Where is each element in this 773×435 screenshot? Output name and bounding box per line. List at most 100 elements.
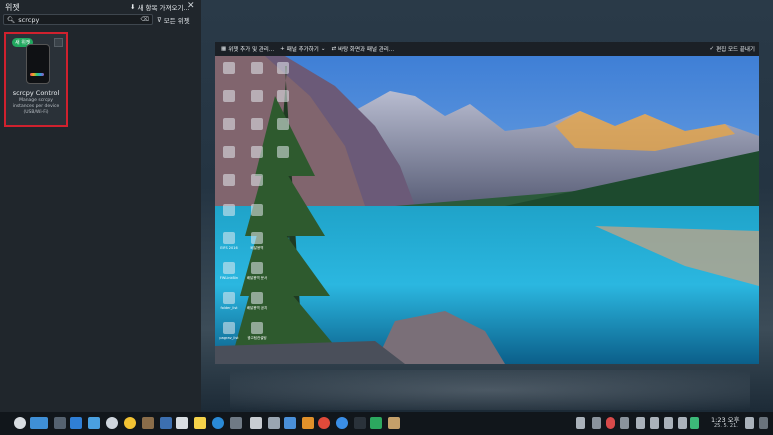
desktop-icon[interactable] (251, 146, 263, 158)
chevron-down-icon: ⌄ (320, 46, 326, 52)
taskbar (0, 412, 773, 435)
desktop-icon-label: FWLinkBin (219, 276, 239, 280)
blurred-dock-reflection (230, 370, 750, 410)
app-icon[interactable] (230, 417, 242, 429)
network-icon[interactable] (678, 417, 687, 429)
chevron-right-icon[interactable] (354, 417, 366, 429)
desktop-icon-label: folder_list (220, 306, 238, 310)
widget-card-scrcpy[interactable]: 새 위젯 scrcpy Control Manage scrcpy instan… (4, 32, 68, 127)
add-panel-button[interactable]: + 패널 추가하기 ⌄ (280, 45, 325, 53)
desktop-icon[interactable] (251, 262, 263, 274)
desktop-icon-label: EIFS 2016 (220, 246, 238, 250)
wallpaper-lake-landscape (215, 56, 759, 364)
desktop-icon-label: 배달용역 공지 (246, 306, 268, 310)
download-icon: ⬇ (130, 3, 136, 11)
desktop-icon[interactable] (223, 118, 235, 130)
widgets-panel: 위젯 ⬇ 새 항목 가져오기... ✕ 🔍︎ scrcpy ⌫ ⊽ 모든 위젯 … (0, 0, 201, 412)
desktop-icon[interactable] (251, 174, 263, 186)
exit-edit-mode-button[interactable]: ✓ 편집 모드 끝내기 (709, 45, 755, 53)
tray-menu-icon[interactable] (759, 417, 768, 429)
desktop-icon[interactable] (251, 62, 263, 74)
edit-mode-toolbar: ▦ 위젯 추가 및 관리... + 패널 추가하기 ⌄ ⇄ 바탕 화면과 패널 … (215, 42, 759, 56)
tray-icon[interactable] (592, 417, 601, 429)
desktop-icon[interactable] (251, 204, 263, 216)
add-widgets-button[interactable]: ▦ 위젯 추가 및 관리... (221, 45, 274, 53)
app-icon[interactable] (212, 417, 224, 429)
check-icon: ✓ (709, 46, 715, 52)
desktop-icon[interactable] (277, 90, 289, 102)
get-new-label: 새 항목 가져오기... (137, 4, 190, 12)
desktop-icon[interactable] (223, 174, 235, 186)
volume-icon[interactable] (664, 417, 673, 429)
close-icon[interactable]: ✕ (187, 1, 195, 11)
desktop-icon-label: 광고팀컨설팅 (247, 336, 267, 340)
task-manager-icon[interactable] (54, 417, 66, 429)
desktop-icon[interactable] (251, 118, 263, 130)
filter-dropdown[interactable]: ⊽ 모든 위젯 (157, 15, 190, 25)
app-icon[interactable] (194, 417, 206, 429)
app-icon[interactable] (370, 417, 382, 429)
configure-displays-label: 바탕 화면과 패널 관리... (338, 47, 395, 53)
mail-icon[interactable] (268, 417, 280, 429)
app-icon[interactable] (124, 417, 136, 429)
app-icon[interactable] (70, 417, 82, 429)
desktop-icon[interactable] (251, 292, 263, 304)
app-icon[interactable] (176, 417, 188, 429)
desktop-icon[interactable] (251, 232, 263, 244)
tray-icon[interactable] (690, 417, 699, 429)
widget-name: scrcpy Control (12, 89, 60, 97)
app-launcher-icon[interactable] (14, 417, 26, 429)
music-icon[interactable] (576, 417, 585, 429)
display-config-icon: ⇄ (331, 46, 337, 52)
tray-icon[interactable] (606, 417, 615, 429)
search-field[interactable]: 🔍︎ scrcpy ⌫ (3, 14, 153, 25)
plus-icon: + (280, 46, 285, 52)
app-icon[interactable] (250, 417, 262, 429)
app-icon[interactable] (336, 417, 348, 429)
desktop-icon[interactable] (277, 62, 289, 74)
desktop-icon[interactable] (223, 292, 235, 304)
desktop-icon[interactable] (277, 146, 289, 158)
tray-icon[interactable] (650, 417, 659, 429)
phone-icon (26, 44, 50, 84)
search-icon: 🔍︎ (7, 15, 16, 24)
desktop-icon[interactable] (223, 146, 235, 158)
desktop-icon-label: pagrav_list (219, 336, 239, 340)
filter-label: 모든 위젯 (163, 17, 190, 25)
desktop-icon[interactable] (277, 118, 289, 130)
add-widgets-label: 위젯 추가 및 관리... (228, 47, 275, 53)
desktop-icon[interactable] (223, 232, 235, 244)
desktop-icon[interactable] (223, 262, 235, 274)
chrome-icon[interactable] (318, 417, 330, 429)
tray-icon[interactable] (636, 417, 645, 429)
desktop-icon-label: 배달용역 (250, 246, 264, 250)
widget-info-icon[interactable] (54, 38, 63, 47)
file-manager-icon[interactable] (88, 417, 100, 429)
filter-icon: ⊽ (157, 16, 162, 24)
widget-description: Manage scrcpy instances per device (USB/… (12, 98, 60, 115)
desktop-pager-icon[interactable] (30, 417, 48, 429)
app-icon[interactable] (106, 417, 118, 429)
tray-icon[interactable] (620, 417, 629, 429)
desktop-preview[interactable]: EIFS 2016 배달용역 FWLinkBin 배달용역 문서 folder_… (215, 56, 759, 364)
app-icon[interactable] (284, 417, 296, 429)
add-panel-label: 패널 추가하기 (286, 47, 319, 53)
get-new-widgets-button[interactable]: ⬇ 새 항목 가져오기... (130, 2, 190, 12)
app-icon[interactable] (142, 417, 154, 429)
search-input[interactable]: scrcpy (18, 16, 39, 24)
show-desktop-icon[interactable] (745, 417, 754, 429)
app-icon[interactable] (302, 417, 314, 429)
app-icon[interactable] (388, 417, 400, 429)
clock-date[interactable]: 25. 5. 21. (714, 423, 738, 429)
desktop-icon[interactable] (223, 62, 235, 74)
desktop-icon[interactable] (251, 322, 263, 334)
clear-search-icon[interactable]: ⌫ (141, 16, 149, 23)
app-icon[interactable] (160, 417, 172, 429)
desktop-icon[interactable] (251, 90, 263, 102)
desktop-icon[interactable] (223, 204, 235, 216)
desktop-icon[interactable] (223, 322, 235, 334)
widgets-icon: ▦ (221, 46, 227, 52)
desktop-icon[interactable] (223, 90, 235, 102)
desktop-icon-label: 배달용역 문서 (246, 276, 268, 280)
configure-displays-button[interactable]: ⇄ 바탕 화면과 패널 관리... (331, 45, 394, 53)
